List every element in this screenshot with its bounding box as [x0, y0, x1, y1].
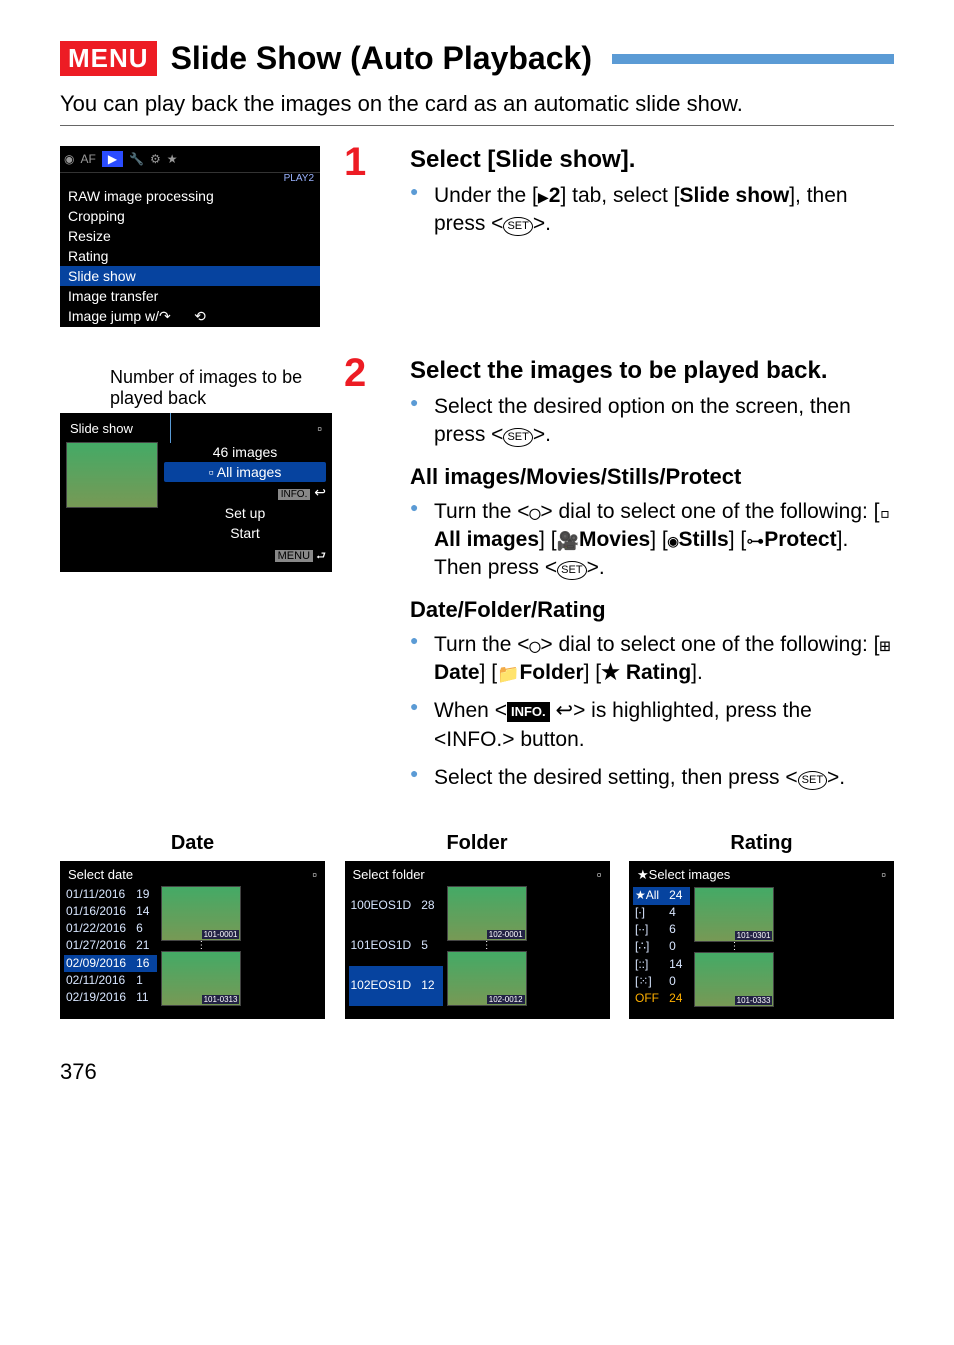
menu-badge: MENU	[60, 41, 157, 76]
tab-camera-icon: ◉	[64, 152, 74, 166]
page-title: Slide Show (Auto Playback)	[171, 40, 592, 77]
menu-item: Image transfer	[60, 286, 320, 306]
tab-custom-icon: ⚙	[150, 152, 161, 166]
step-number-1: 1	[344, 140, 366, 185]
menu-return: MENU ⮐	[66, 547, 326, 566]
step2-body1: Select the desired option on the screen,…	[410, 393, 894, 450]
menu-item: RAW image processing	[60, 186, 320, 206]
tab-wrench-icon: 🔧	[129, 152, 144, 166]
menu-item-highlighted: Slide show	[60, 266, 320, 286]
slideshow-title: Slide show	[70, 421, 133, 436]
step2-heading: Select the images to be played back.	[410, 357, 894, 385]
step2-body5: Select the desired setting, then press <…	[410, 764, 894, 792]
date-icon: ⊞	[880, 635, 891, 659]
step2-body3: Turn the <◯> dial to select one of the f…	[410, 631, 894, 688]
set-icon: SET	[503, 428, 532, 447]
set-icon: SET	[503, 217, 532, 236]
protect-icon: ⊶	[746, 530, 764, 554]
separator	[60, 125, 894, 126]
step2-body2: Turn the <◯> dial to select one of the f…	[410, 498, 894, 583]
callout-label: Number of images to be played back	[110, 367, 360, 409]
play-icon: ▶	[538, 186, 549, 210]
dial-icon: ◯	[530, 502, 541, 526]
step-number-2: 2	[344, 351, 366, 396]
set-icon: SET	[798, 771, 827, 790]
menu-item: Rating	[60, 246, 320, 266]
bottom-folder-label: Folder	[345, 832, 610, 855]
select-date-screen: Select date▫ 01/11/201619 01/16/201614 0…	[60, 861, 325, 1019]
step2-body4: When <INFO. ↩> is highlighted, press the…	[410, 697, 894, 754]
info-badge-icon: INFO.	[507, 702, 550, 722]
select-rating-screen: ★Select images▫ ★All24 [∙]4 [∙∙]6 [∴]0 […	[629, 861, 894, 1019]
tab-sub-label: PLAY2	[60, 173, 320, 186]
bottom-rating-label: Rating	[629, 832, 894, 855]
date-table: 01/11/201619 01/16/201614 01/22/20166 01…	[64, 886, 157, 1006]
menu-item: Resize	[60, 226, 320, 246]
step2-sub1: All images/Movies/Stills/Protect	[410, 464, 894, 490]
slideshow-option-selected: ▫ All images	[164, 462, 326, 482]
slideshow-screen: Slide show ▫ 46 images ▫ All images INFO…	[60, 413, 332, 572]
tab-af: AF	[80, 152, 95, 166]
set-icon: SET	[557, 561, 586, 580]
stills-icon: ◉	[668, 530, 679, 554]
slideshow-setup: Set up	[164, 503, 326, 523]
step2-sub2: Date/Folder/Rating	[410, 597, 894, 623]
dial-icon: ◯	[530, 635, 541, 659]
slideshow-count: 46 images	[164, 442, 326, 462]
tab-play-active: ▶	[102, 151, 123, 167]
page-number: 376	[60, 1059, 894, 1085]
step1-body: Under the [▶2] tab, select [Slide show],…	[410, 182, 894, 239]
folder-table: 100EOS1D28 101EOS1D5 102EOS1D12	[349, 886, 443, 1006]
card-icon: ▫	[317, 421, 322, 436]
tab-star-icon: ★	[167, 152, 178, 166]
bottom-date-label: Date	[60, 832, 325, 855]
slideshow-start: Start	[164, 523, 326, 543]
rating-table: ★All24 [∙]4 [∙∙]6 [∴]0 [::]14 [⁙]0 OFF24	[633, 887, 690, 1007]
menu-item: Image jump w/↷ ⟲	[60, 306, 320, 327]
movies-icon: 🎥	[557, 530, 579, 554]
intro-text: You can play back the images on the card…	[60, 91, 894, 117]
select-folder-screen: Select folder▫ 100EOS1D28 101EOS1D5 102E…	[345, 861, 610, 1019]
info-hint: INFO. ↩	[164, 482, 326, 503]
title-accent-bar	[612, 54, 894, 64]
slideshow-thumb	[66, 442, 158, 508]
step1-heading: Select [Slide show].	[410, 146, 894, 174]
page-title-row: MENU Slide Show (Auto Playback)	[60, 40, 894, 77]
folder-icon: 📁	[497, 663, 519, 687]
camera-menu-screen: ◉ AF ▶ 🔧 ⚙ ★ PLAY2 RAW image processing …	[60, 146, 320, 327]
menu-item: Cropping	[60, 206, 320, 226]
allimages-icon: ▫	[880, 502, 891, 526]
